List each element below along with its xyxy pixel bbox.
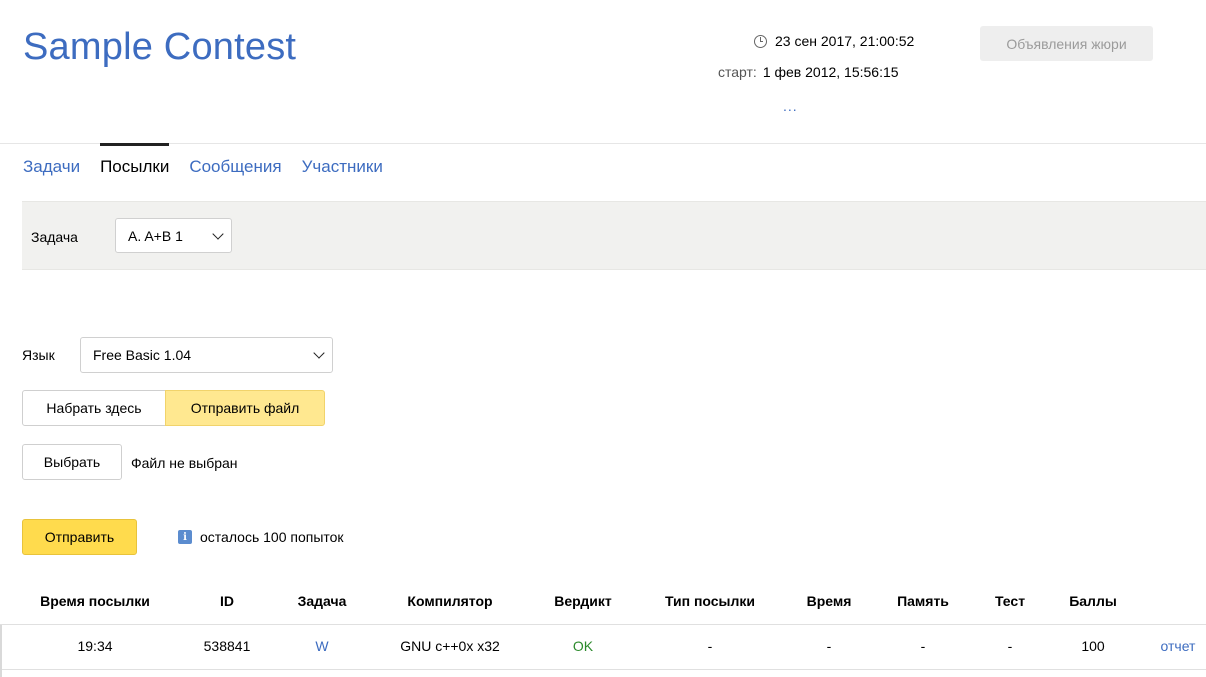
table-row: 19:34 538841 W GNU c++0x x32 OK - - - - …	[0, 625, 1206, 670]
cell-submission-type: -	[707, 638, 713, 654]
contest-header: Sample Contest 23 сен 2017, 21:00:52 ста…	[0, 0, 1206, 144]
submit-button[interactable]: Отправить	[22, 519, 137, 555]
table-header: Время посылки ID Задача Компилятор Верди…	[0, 580, 1206, 625]
column-header-verdict[interactable]: Вердикт	[554, 593, 611, 609]
attempts-text: осталось 100 попыток	[200, 529, 344, 545]
submissions-table: Время посылки ID Задача Компилятор Верди…	[0, 580, 1206, 670]
clock-icon	[754, 34, 767, 48]
cell-verdict: OK	[572, 638, 594, 654]
problem-filter-label: Задача	[31, 229, 78, 245]
language-select[interactable]: Free Basic 1.04	[80, 337, 333, 373]
problem-filter-bar: Задача A. A+B 1	[22, 201, 1206, 270]
type-here-button[interactable]: Набрать здесь	[22, 390, 166, 426]
cell-time: -	[826, 638, 832, 654]
chevron-down-icon	[313, 347, 325, 359]
report-link[interactable]: отчет	[1161, 638, 1196, 654]
info-icon: i	[178, 530, 192, 544]
column-header-time[interactable]: Время	[807, 593, 852, 609]
column-header-problem[interactable]: Задача	[298, 593, 347, 609]
problem-select-value: A. A+B 1	[128, 227, 183, 244]
column-header-memory[interactable]: Память	[897, 593, 949, 609]
contest-title[interactable]: Sample Contest	[23, 26, 296, 69]
tab-submissions[interactable]: Посылки	[100, 143, 170, 184]
cell-memory: -	[920, 638, 926, 654]
current-time-value: 23 сен 2017, 21:00:52	[775, 33, 915, 49]
column-header-submit-time[interactable]: Время посылки	[40, 593, 150, 609]
column-header-id[interactable]: ID	[220, 593, 234, 609]
choose-file-button[interactable]: Выбрать	[22, 444, 122, 480]
cell-submit-time: 19:34	[77, 638, 113, 654]
column-header-score[interactable]: Баллы	[1069, 593, 1117, 609]
column-header-compiler[interactable]: Компилятор	[407, 593, 492, 609]
column-header-submission-type[interactable]: Тип посылки	[665, 593, 755, 609]
cell-score: 100	[1081, 638, 1105, 654]
attempts-info: i осталось 100 попыток	[178, 529, 344, 545]
cell-id: 538841	[203, 638, 251, 654]
tab-messages[interactable]: Сообщения	[189, 144, 281, 184]
cell-test: -	[1007, 638, 1013, 654]
tab-participants[interactable]: Участники	[302, 144, 383, 184]
start-time: старт: 1 фев 2012, 15:56:15	[718, 64, 899, 80]
current-time: 23 сен 2017, 21:00:52	[754, 33, 914, 49]
chevron-down-icon	[212, 227, 224, 240]
jury-announcements-button[interactable]: Объявления жюри	[980, 26, 1153, 61]
column-header-test[interactable]: Тест	[995, 593, 1025, 609]
language-select-value: Free Basic 1.04	[93, 347, 192, 363]
more-info-link[interactable]: ...	[783, 98, 798, 114]
file-status: Файл не выбран	[131, 455, 238, 471]
send-file-button[interactable]: Отправить файл	[165, 390, 325, 426]
cell-problem-link[interactable]: W	[315, 638, 328, 654]
contest-tabs: Задачи Посылки Сообщения Участники	[23, 143, 403, 184]
tab-problems[interactable]: Задачи	[23, 144, 80, 184]
cell-compiler: GNU c++0x x32	[400, 638, 500, 654]
language-label: Язык	[22, 347, 55, 363]
left-border	[0, 625, 2, 677]
start-time-value: 1 фев 2012, 15:56:15	[762, 64, 899, 80]
start-time-label: старт:	[718, 64, 757, 80]
problem-select[interactable]: A. A+B 1	[115, 218, 232, 253]
